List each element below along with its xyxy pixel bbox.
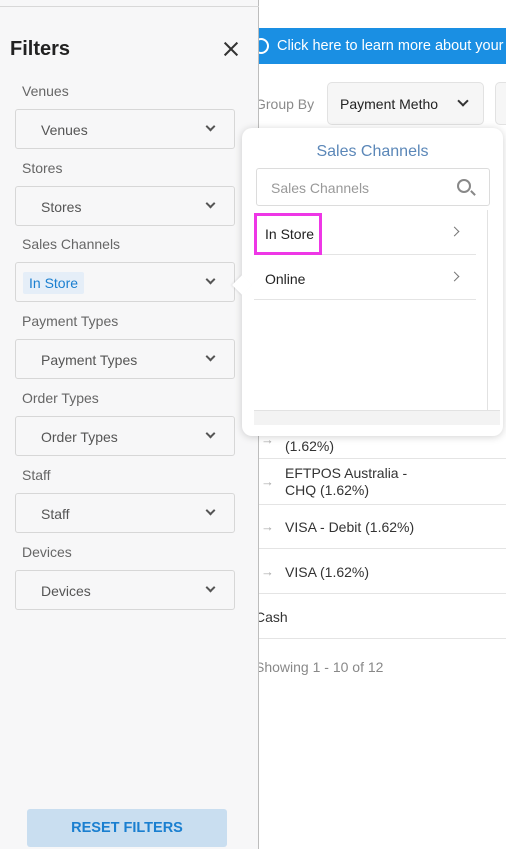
payment-types-label: Payment Types: [22, 313, 119, 329]
learn-more-banner[interactable]: Click here to learn more about your p: [259, 28, 506, 64]
sales-channels-search-input[interactable]: Sales Channels: [256, 168, 490, 206]
highlight-box: [254, 213, 322, 255]
stores-select[interactable]: Stores: [15, 186, 235, 226]
devices-label: Devices: [22, 544, 72, 560]
reset-filters-button[interactable]: RESET FILTERS: [27, 809, 227, 847]
table-row: → VISA - Debit (1.62%): [259, 505, 506, 549]
chevron-down-icon: [205, 351, 216, 362]
venues-label: Venues: [22, 83, 69, 99]
chevron-down-icon: [205, 505, 216, 516]
group-by-label: Group By: [255, 96, 315, 112]
group-by-value: Payment Metho: [340, 96, 439, 112]
banner-text: Click here to learn more about your p: [277, 38, 506, 54]
payment-types-select[interactable]: Payment Types: [15, 339, 235, 379]
sales-channels-select[interactable]: In Store: [15, 262, 235, 302]
chevron-down-icon: [205, 198, 216, 209]
search-icon[interactable]: [457, 179, 471, 193]
arrow-icon: →: [261, 474, 274, 489]
group-by-select[interactable]: Payment Metho: [327, 82, 484, 125]
secondary-control[interactable]: [495, 82, 506, 125]
chevron-right-icon: [449, 226, 460, 237]
list-item-online[interactable]: Online: [254, 255, 476, 300]
info-icon: [259, 38, 269, 54]
stores-label: Stores: [22, 160, 63, 176]
table-row: Cash: [255, 594, 506, 639]
chevron-down-icon: [205, 582, 216, 593]
pagination-status: Showing 1 - 10 of 12: [255, 659, 384, 675]
chevron-down-icon: [205, 274, 216, 285]
staff-label: Staff: [22, 467, 51, 483]
sales-channels-label: Sales Channels: [22, 236, 121, 252]
arrow-icon: →: [261, 564, 274, 579]
close-icon[interactable]: [223, 41, 239, 57]
sales-channels-popover: Sales Channels Sales Channels In Store O…: [232, 128, 503, 436]
search-placeholder: Sales Channels: [271, 180, 370, 196]
chevron-right-icon: [449, 271, 460, 282]
order-types-select[interactable]: Order Types: [15, 416, 235, 456]
filters-title: Filters: [10, 38, 71, 60]
list-scroll-bar[interactable]: [254, 410, 500, 425]
table-row: → VISA (1.62%): [259, 549, 506, 594]
venues-select[interactable]: Venues: [15, 109, 235, 149]
chevron-down-icon: [205, 121, 216, 132]
table-row: → EFTPOS Australia - CHQ (1.62%): [259, 459, 506, 505]
devices-select[interactable]: Devices: [15, 570, 235, 610]
divider: [0, 6, 259, 7]
order-types-label: Order Types: [22, 390, 99, 406]
selected-chip: In Store: [23, 272, 85, 294]
arrow-icon: →: [261, 519, 274, 534]
filters-panel: Filters Venues Venues Stores Stores Sale…: [0, 0, 259, 849]
popover-title: Sales Channels: [316, 143, 429, 160]
staff-select[interactable]: Staff: [15, 493, 235, 533]
chevron-down-icon: [205, 428, 216, 439]
chevron-down-icon: [457, 95, 469, 107]
